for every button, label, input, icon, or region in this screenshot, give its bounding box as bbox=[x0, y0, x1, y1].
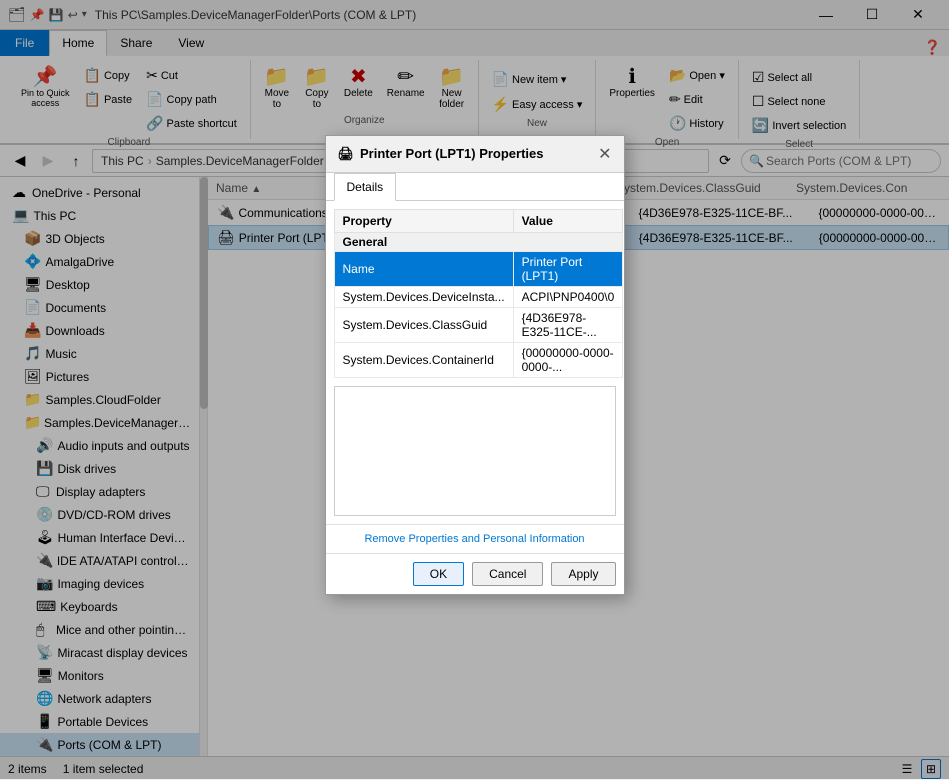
prop-containerid-label: System.Devices.ContainerId bbox=[334, 342, 513, 377]
modal-tab-details[interactable]: Details bbox=[334, 173, 397, 201]
props-row-classguid[interactable]: System.Devices.ClassGuid {4D36E978-E325-… bbox=[334, 307, 623, 342]
col-value: Value bbox=[513, 209, 623, 232]
props-row-devinst[interactable]: System.Devices.DeviceInsta... ACPI\PNP04… bbox=[334, 286, 623, 307]
props-section-general: General bbox=[334, 232, 623, 251]
modal-buttons: OK Cancel Apply bbox=[326, 553, 624, 594]
col-property: Property bbox=[334, 209, 513, 232]
props-row-containerid[interactable]: System.Devices.ContainerId {00000000-000… bbox=[334, 342, 623, 377]
prop-name-label: Name bbox=[334, 251, 513, 286]
prop-containerid-value: {00000000-0000-0000-... bbox=[513, 342, 623, 377]
cancel-button[interactable]: Cancel bbox=[472, 562, 543, 586]
modal-body: Property Value General Name Printer Port… bbox=[326, 201, 624, 524]
prop-classguid-label: System.Devices.ClassGuid bbox=[334, 307, 513, 342]
modal-title-icon: 🖨 bbox=[338, 146, 355, 162]
modal-title-bar: 🖨 Printer Port (LPT1) Properties ✕ bbox=[326, 136, 624, 173]
modal-close-button[interactable]: ✕ bbox=[598, 144, 611, 164]
ok-button[interactable]: OK bbox=[413, 562, 464, 586]
prop-name-value: Printer Port (LPT1) bbox=[513, 251, 623, 286]
modal-title-text: Printer Port (LPT1) Properties bbox=[360, 146, 543, 161]
prop-classguid-value: {4D36E978-E325-11CE-... bbox=[513, 307, 623, 342]
prop-devinst-value: ACPI\PNP0400\0 bbox=[513, 286, 623, 307]
value-display bbox=[334, 386, 616, 516]
properties-table: Property Value General Name Printer Port… bbox=[334, 209, 624, 378]
remove-properties-link[interactable]: Remove Properties and Personal Informati… bbox=[364, 533, 584, 545]
prop-devinst-label: System.Devices.DeviceInsta... bbox=[334, 286, 513, 307]
props-row-name[interactable]: Name Printer Port (LPT1) bbox=[334, 251, 623, 286]
modal-footer: Remove Properties and Personal Informati… bbox=[326, 524, 624, 553]
modal-overlay: 🖨 Printer Port (LPT1) Properties ✕ Detai… bbox=[0, 0, 949, 779]
modal-tabs: Details bbox=[326, 173, 624, 201]
apply-button[interactable]: Apply bbox=[551, 562, 615, 586]
properties-dialog: 🖨 Printer Port (LPT1) Properties ✕ Detai… bbox=[325, 135, 625, 595]
